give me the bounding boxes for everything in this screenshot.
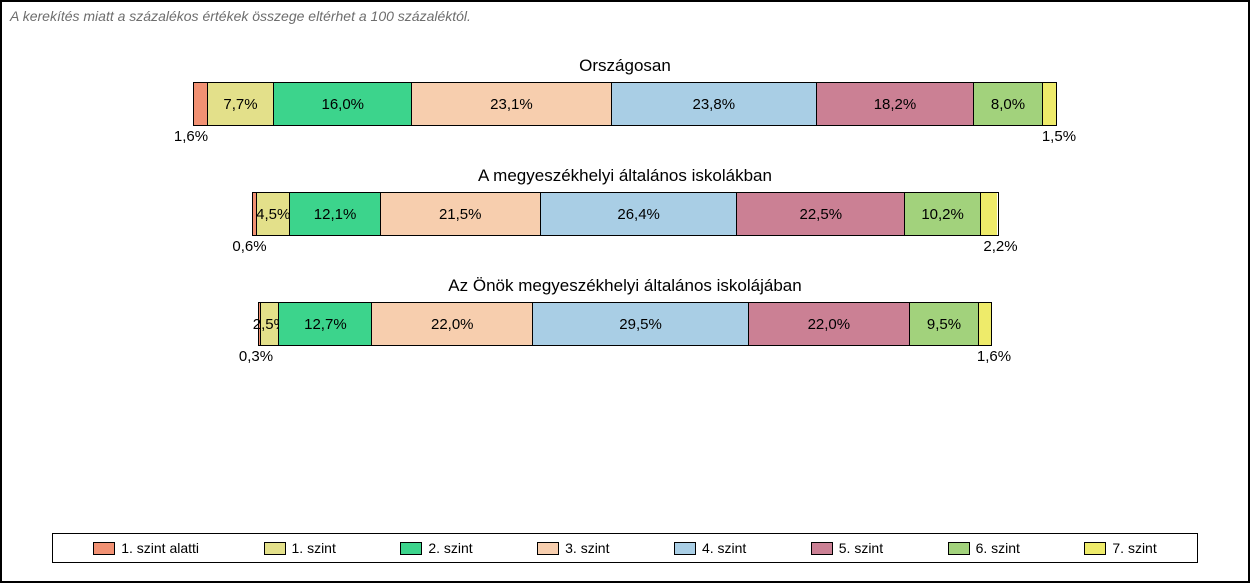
bar-row-2: 0,3%2,5%12,7%22,0%29,5%22,0%9,5%1,6%: [258, 302, 992, 346]
segment-label: 21,5%: [439, 206, 482, 223]
segment-1.-szint: 4,5%: [257, 193, 291, 235]
segment-label: 1,6%: [977, 348, 1011, 365]
legend-item: 2. szint: [400, 540, 472, 556]
bar-row-0: 1,6% 7,7% 16,0% 23,1% 23,8% 18,2% 8,0% 1,5%: [193, 82, 1057, 126]
segment-3.-szint: 21,5%: [381, 193, 541, 235]
stacked-bar: 1,6% 7,7% 16,0% 23,1% 23,8% 18,2% 8,0% 1,5%: [193, 82, 1057, 126]
segment-6.-szint: 10,2%: [905, 193, 981, 235]
segment-2.-szint: 12,1%: [290, 193, 380, 235]
legend-item: 6. szint: [948, 540, 1020, 556]
legend-label: 1. szint: [292, 540, 336, 556]
legend-item: 1. szint: [264, 540, 336, 556]
segment-7.-szint: 1,6%: [979, 303, 991, 345]
legend-swatch: [811, 542, 833, 555]
segment-label: 9,5%: [927, 316, 961, 333]
segment-label: 12,1%: [314, 206, 357, 223]
legend-label: 1. szint alatti: [121, 540, 199, 556]
legend-item: 4. szint: [674, 540, 746, 556]
legend-label: 2. szint: [428, 540, 472, 556]
segment-5.-szint: 22,5%: [737, 193, 905, 235]
bar-row-1: 0,6%4,5%12,1%21,5%26,4%22,5%10,2%2,2%: [252, 192, 999, 236]
segment-7.-szint: 2,2%: [981, 193, 997, 235]
segment-4.-szint: 29,5%: [533, 303, 749, 345]
legend-swatch: [400, 542, 422, 555]
legend-swatch: [948, 542, 970, 555]
bar-title-2: Az Önök megyeszékhelyi általános iskoláj…: [62, 276, 1188, 296]
segment-label: 18,2%: [874, 96, 917, 113]
legend-swatch: [674, 542, 696, 555]
segment-1.-szint: 7,7%: [208, 83, 274, 125]
stacked-bar: 0,6%4,5%12,1%21,5%26,4%22,5%10,2%2,2%: [252, 192, 999, 236]
segment-6.-szint: 9,5%: [910, 303, 979, 345]
segment-label: 23,1%: [490, 96, 533, 113]
legend-item: 7. szint: [1084, 540, 1156, 556]
segment-label: 0,3%: [239, 348, 273, 365]
segment-label: 4,5%: [256, 206, 290, 223]
segment-label: 1,6%: [174, 128, 208, 145]
bar-title-1: A megyeszékhelyi általános iskolákban: [62, 166, 1188, 186]
legend-item: 3. szint: [537, 540, 609, 556]
legend-swatch: [93, 542, 115, 555]
segment-7.-szint: 1,5%: [1043, 83, 1056, 125]
rounding-note: A kerekítés miatt a százalékos értékek ö…: [2, 2, 1248, 26]
segment-label: 12,7%: [304, 316, 347, 333]
segment-1.-szint: 2,5%: [261, 303, 279, 345]
legend-label: 5. szint: [839, 540, 883, 556]
plots-area: Országosan 1,6% 7,7% 16,0% 23,1% 23,8% 18,2% 8…: [2, 26, 1248, 378]
legend-swatch: [537, 542, 559, 555]
segment-6.-szint: 8,0%: [974, 83, 1043, 125]
segment-label: 22,0%: [808, 316, 851, 333]
segment-1.-szint-alatti: 1,6%: [194, 83, 208, 125]
bar-title-0: Országosan: [62, 56, 1188, 76]
segment-label: 26,4%: [617, 206, 660, 223]
segment-label: 23,8%: [693, 96, 736, 113]
segment-label: 22,0%: [431, 316, 474, 333]
stacked-bar: 0,3%2,5%12,7%22,0%29,5%22,0%9,5%1,6%: [258, 302, 992, 346]
legend-swatch: [264, 542, 286, 555]
legend-item: 1. szint alatti: [93, 540, 199, 556]
segment-label: 2,2%: [983, 238, 1017, 255]
segment-label: 7,7%: [223, 96, 257, 113]
segment-5.-szint: 18,2%: [817, 83, 974, 125]
segment-label: 1,5%: [1042, 128, 1076, 145]
legend-label: 3. szint: [565, 540, 609, 556]
legend-item: 5. szint: [811, 540, 883, 556]
segment-2.-szint: 16,0%: [274, 83, 412, 125]
segment-3.-szint: 22,0%: [372, 303, 533, 345]
segment-label: 29,5%: [619, 316, 662, 333]
legend-label: 6. szint: [976, 540, 1020, 556]
segment-5.-szint: 22,0%: [749, 303, 910, 345]
legend-label: 4. szint: [702, 540, 746, 556]
segment-label: 22,5%: [800, 206, 843, 223]
legend: 1. szint alatti 1. szint 2. szint 3. szint 4…: [52, 533, 1198, 563]
segment-2.-szint: 12,7%: [279, 303, 372, 345]
segment-label: 10,2%: [921, 206, 964, 223]
segment-4.-szint: 23,8%: [612, 83, 817, 125]
segment-label: 16,0%: [321, 96, 364, 113]
segment-3.-szint: 23,1%: [412, 83, 611, 125]
legend-label: 7. szint: [1112, 540, 1156, 556]
segment-label: 0,6%: [232, 238, 266, 255]
segment-4.-szint: 26,4%: [541, 193, 738, 235]
segment-label: 8,0%: [991, 96, 1025, 113]
legend-swatch: [1084, 542, 1106, 555]
chart-container: A kerekítés miatt a százalékos értékek ö…: [0, 0, 1250, 583]
